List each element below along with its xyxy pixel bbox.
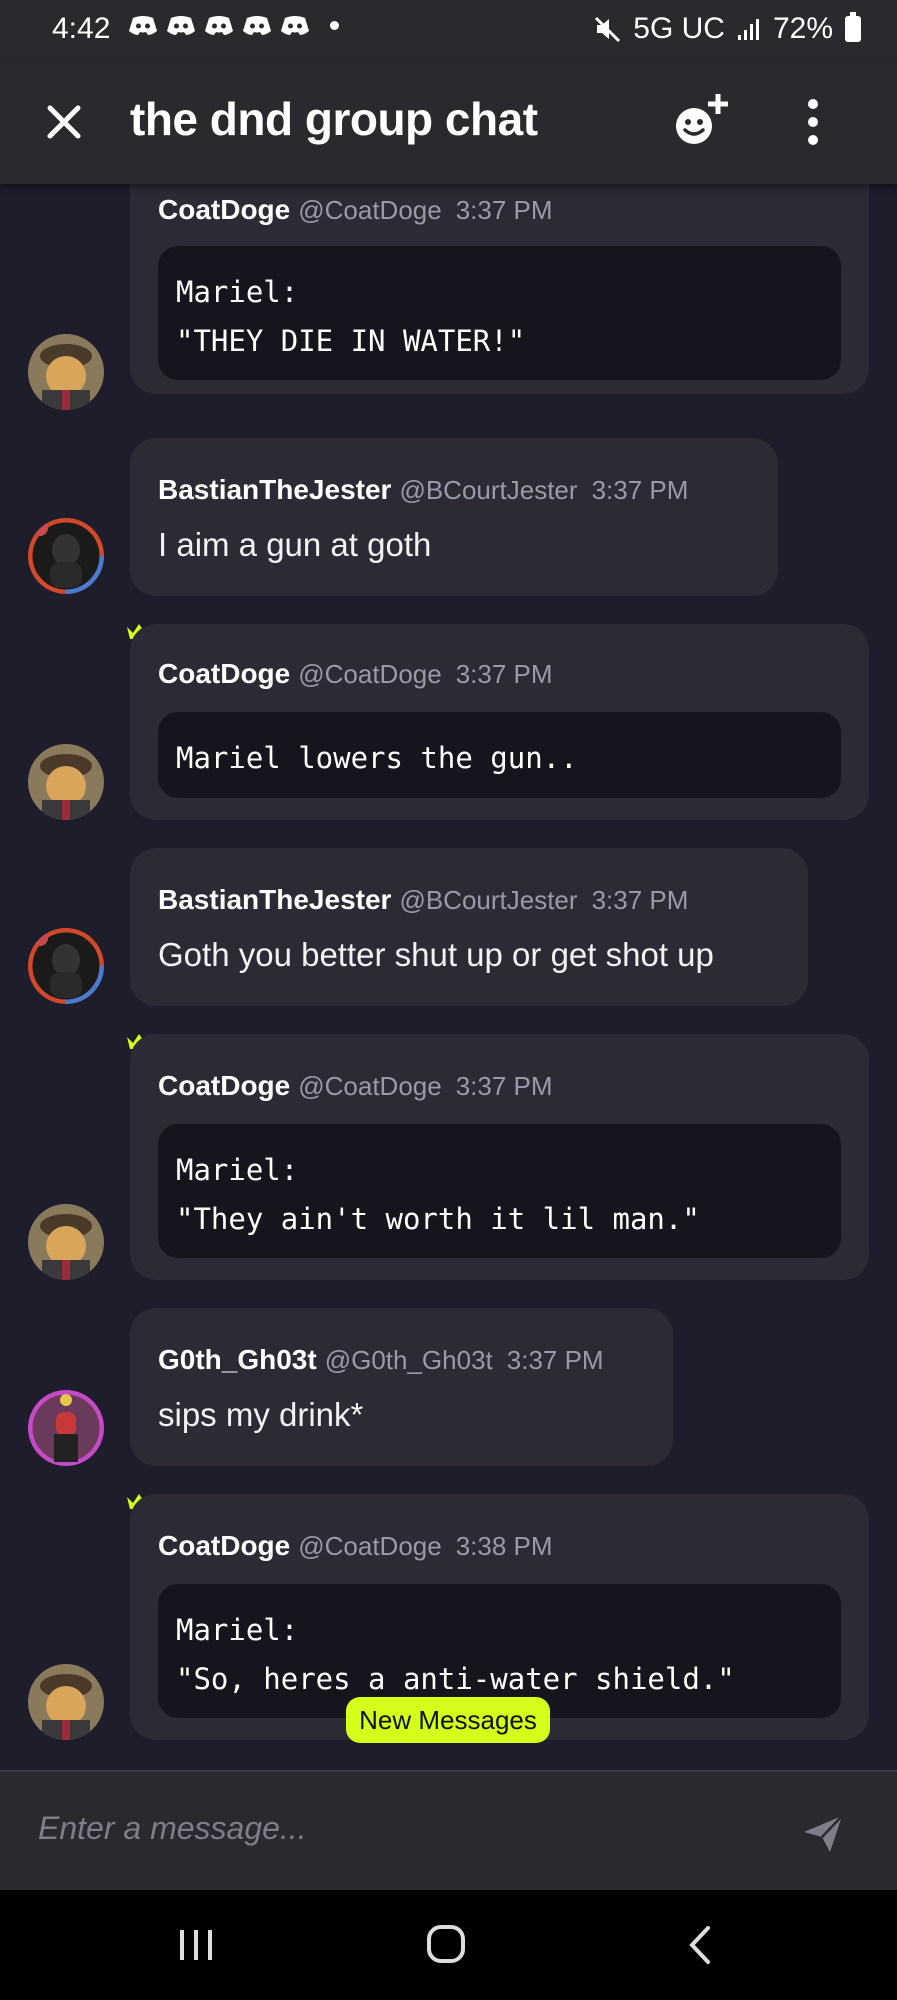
code-block: Mariel: "THEY DIE IN WATER!" bbox=[158, 246, 841, 380]
doge-avatar-icon bbox=[28, 1204, 104, 1280]
timestamp: 3:37 PM bbox=[506, 1345, 604, 1375]
send-button[interactable] bbox=[800, 1810, 846, 1856]
message-meta: G0th_Gh03t @G0th_Gh03t 3:37 PM bbox=[158, 1344, 604, 1376]
author-handle: @CoatDoge bbox=[298, 659, 442, 689]
message-meta: BastianTheJester @BCourtJester 3:37 PM bbox=[158, 884, 688, 916]
discord-icon bbox=[281, 16, 309, 35]
author-handle: @BCourtJester bbox=[399, 885, 578, 915]
discord-icon bbox=[205, 16, 233, 35]
signal-icon bbox=[737, 19, 759, 40]
more-options-button[interactable] bbox=[792, 96, 834, 148]
code-line: Mariel: bbox=[176, 1613, 299, 1647]
author-name[interactable]: CoatDoge bbox=[158, 1070, 290, 1101]
jester-avatar-icon bbox=[28, 928, 104, 1004]
author-name[interactable]: G0th_Gh03t bbox=[158, 1344, 317, 1375]
back-icon bbox=[689, 1926, 710, 1964]
avatar[interactable] bbox=[28, 928, 104, 1004]
avatar[interactable] bbox=[28, 1664, 104, 1740]
code-line: Mariel: bbox=[176, 1153, 299, 1187]
message-list[interactable]: CoatDoge @CoatDoge 3:37 PM Mariel: "THEY D… bbox=[0, 184, 897, 1770]
message-meta: CoatDoge @CoatDoge 3:37 PM bbox=[158, 1070, 553, 1102]
author-name[interactable]: CoatDoge bbox=[158, 1530, 290, 1561]
author-name[interactable]: BastianTheJester bbox=[158, 474, 391, 505]
message-bubble[interactable]: BastianTheJester @BCourtJester 3:37 PM I a… bbox=[130, 438, 778, 596]
goth-avatar-icon bbox=[28, 1390, 104, 1466]
code-line: "THEY DIE IN WATER!" bbox=[176, 324, 526, 358]
code-line: "So, heres a anti-water shield." bbox=[176, 1662, 735, 1696]
recent-apps-icon bbox=[180, 1930, 212, 1960]
doge-avatar-icon bbox=[28, 1664, 104, 1740]
message-input[interactable]: Enter a message... bbox=[38, 1810, 307, 1847]
author-name[interactable]: CoatDoge bbox=[158, 658, 290, 689]
battery-icon bbox=[845, 12, 861, 42]
doge-avatar-icon bbox=[28, 744, 104, 820]
author-handle: @BCourtJester bbox=[399, 475, 578, 505]
message-bubble[interactable]: CoatDoge @CoatDoge 3:37 PM Mariel lowers t… bbox=[130, 624, 869, 820]
message-text: sips my drink* bbox=[158, 1396, 364, 1433]
message-bubble[interactable]: BastianTheJester @BCourtJester 3:37 PM Got… bbox=[130, 848, 808, 1006]
timestamp: 3:37 PM bbox=[591, 475, 689, 505]
author-handle: @CoatDoge bbox=[298, 1071, 442, 1101]
author-handle: @G0th_Gh03t bbox=[324, 1345, 493, 1375]
discord-icon bbox=[129, 16, 157, 35]
home-button[interactable] bbox=[426, 1924, 466, 1964]
discord-icon bbox=[243, 16, 271, 35]
status-bar: 4:42 5G UC 72% bbox=[0, 0, 897, 60]
add-reaction-button[interactable] bbox=[670, 90, 734, 154]
message-bubble[interactable]: CoatDoge @CoatDoge 3:37 PM Mariel: "They a… bbox=[130, 1034, 869, 1280]
status-right: 5G UC 72% bbox=[593, 12, 861, 46]
code-line: Mariel lowers the gun.. bbox=[176, 741, 578, 775]
status-time: 4:42 bbox=[52, 12, 111, 45]
battery-percent: 72% bbox=[772, 12, 833, 45]
close-icon bbox=[47, 105, 81, 139]
composer: Enter a message... bbox=[0, 1770, 897, 1892]
author-handle: @CoatDoge bbox=[298, 195, 442, 225]
code-block: Mariel: "They ain't worth it lil man." bbox=[158, 1124, 841, 1258]
timestamp: 3:37 PM bbox=[455, 659, 553, 689]
code-line: Mariel: bbox=[176, 275, 299, 309]
network-label: 5G UC bbox=[633, 12, 725, 45]
close-button[interactable] bbox=[40, 98, 88, 146]
emoji-add-icon bbox=[676, 94, 728, 144]
code-line: "They ain't worth it lil man." bbox=[176, 1202, 700, 1236]
avatar[interactable] bbox=[28, 518, 104, 594]
avatar[interactable] bbox=[28, 1204, 104, 1280]
timestamp: 3:38 PM bbox=[455, 1531, 553, 1561]
recent-apps-button[interactable] bbox=[176, 1926, 216, 1964]
avatar[interactable] bbox=[28, 744, 104, 820]
back-button[interactable] bbox=[684, 1924, 714, 1966]
timestamp: 3:37 PM bbox=[455, 195, 553, 225]
page-title: the dnd group chat bbox=[130, 93, 538, 145]
message-text: I aim a gun at goth bbox=[158, 526, 432, 563]
timestamp: 3:37 PM bbox=[591, 885, 689, 915]
author-name[interactable]: BastianTheJester bbox=[158, 884, 391, 915]
code-block: Mariel lowers the gun.. bbox=[158, 712, 841, 798]
doge-avatar-icon bbox=[28, 334, 104, 410]
message-meta: CoatDoge @CoatDoge 3:38 PM bbox=[158, 1530, 553, 1562]
mute-icon bbox=[595, 16, 621, 43]
message-bubble[interactable]: G0th_Gh03t @G0th_Gh03t 3:37 PM sips my dri… bbox=[130, 1308, 673, 1466]
more-notifications-dot bbox=[330, 20, 339, 30]
author-handle: @CoatDoge bbox=[298, 1531, 442, 1561]
discord-icon bbox=[167, 16, 195, 35]
jester-avatar-icon bbox=[28, 518, 104, 594]
notification-icons bbox=[128, 14, 339, 36]
send-icon bbox=[804, 1815, 843, 1852]
chat-header: the dnd group chat bbox=[0, 60, 897, 184]
timestamp: 3:37 PM bbox=[455, 1071, 553, 1101]
new-messages-button[interactable]: New Messages bbox=[346, 1697, 550, 1743]
message-meta: CoatDoge @CoatDoge 3:37 PM bbox=[158, 658, 553, 690]
system-nav-bar bbox=[0, 1890, 897, 2000]
message-text: Goth you better shut up or get shot up bbox=[158, 936, 714, 973]
author-name[interactable]: CoatDoge bbox=[158, 194, 290, 225]
more-vertical-icon bbox=[808, 99, 818, 145]
message-bubble[interactable]: CoatDoge @CoatDoge 3:37 PM Mariel: "THEY D… bbox=[130, 184, 869, 394]
message-meta: CoatDoge @CoatDoge 3:37 PM bbox=[158, 194, 553, 226]
avatar[interactable] bbox=[28, 334, 104, 410]
avatar[interactable] bbox=[28, 1390, 104, 1466]
message-meta: BastianTheJester @BCourtJester 3:37 PM bbox=[158, 474, 688, 506]
home-icon bbox=[427, 1925, 465, 1963]
